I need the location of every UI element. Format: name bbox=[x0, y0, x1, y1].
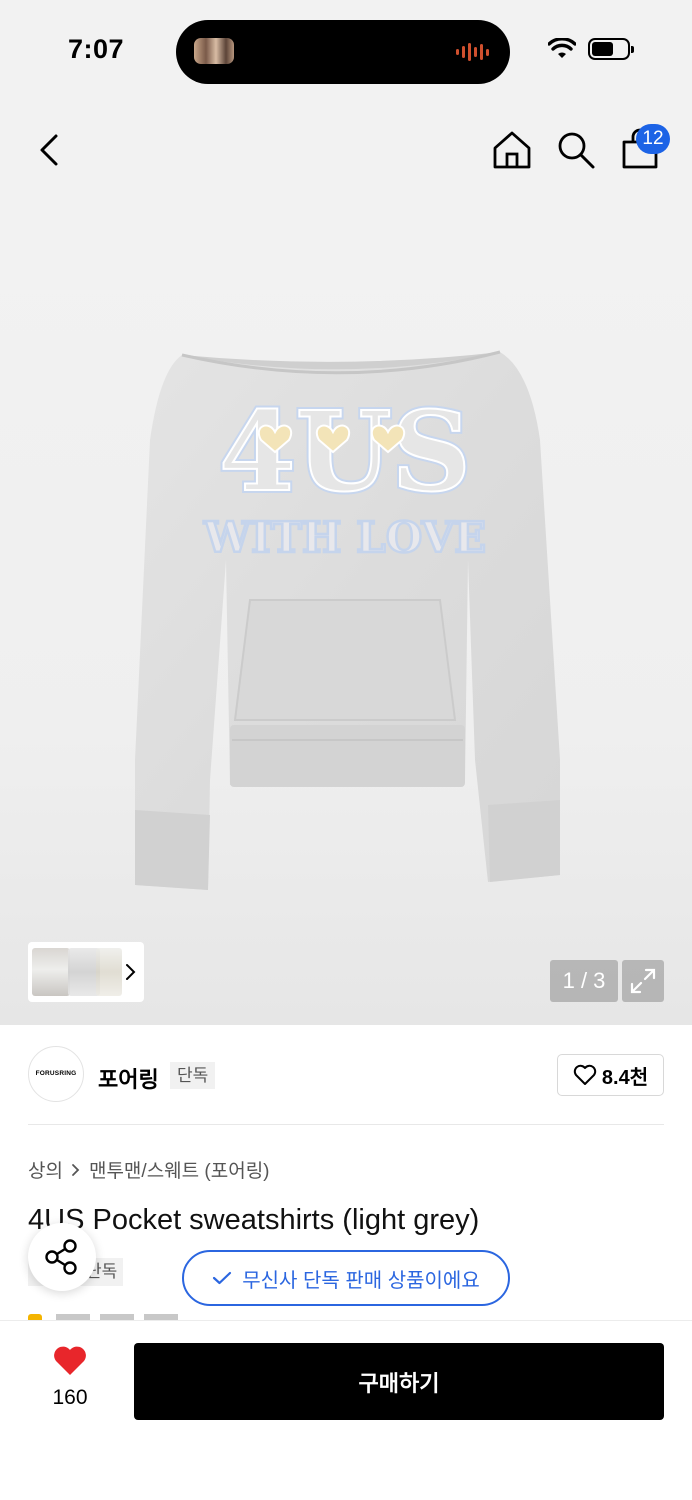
status-bar: 7:07 bbox=[0, 0, 692, 100]
thumbnail-3[interactable] bbox=[96, 948, 122, 996]
divider bbox=[28, 1124, 664, 1125]
wishlist-button[interactable]: 160 bbox=[30, 1345, 110, 1417]
brand-like-count: 8.4천 bbox=[601, 1066, 649, 1089]
image-pager: 1 / 3 bbox=[550, 960, 618, 1002]
battery-icon bbox=[588, 38, 634, 60]
product-image-carousel[interactable]: 4US 4US WITH LOVE 1 / 3 bbox=[0, 200, 692, 1025]
breadcrumb-category[interactable]: 상의 bbox=[28, 1156, 63, 1183]
audio-wave-icon bbox=[456, 42, 489, 62]
brand-name[interactable]: 포어링 bbox=[98, 1062, 159, 1094]
share-button[interactable] bbox=[28, 1223, 96, 1291]
chevron-right-icon[interactable] bbox=[124, 960, 138, 984]
home-button[interactable] bbox=[490, 128, 534, 172]
exclusive-badge: 단독 bbox=[170, 1062, 216, 1089]
dynamic-island[interactable] bbox=[176, 20, 510, 84]
status-time: 7:07 bbox=[68, 34, 125, 64]
thumbnail-strip[interactable] bbox=[28, 942, 144, 1002]
share-icon bbox=[45, 1239, 77, 1275]
wifi-icon bbox=[548, 38, 576, 58]
home-icon bbox=[493, 131, 531, 169]
heart-filled-icon bbox=[54, 1346, 86, 1375]
cart-count-badge: 12 bbox=[636, 124, 670, 154]
nav-bar bbox=[0, 100, 692, 200]
check-icon bbox=[213, 1271, 232, 1285]
chevron-right-icon bbox=[72, 1163, 80, 1176]
chevron-left-icon bbox=[40, 134, 58, 166]
search-icon bbox=[558, 132, 595, 169]
search-button[interactable] bbox=[554, 128, 598, 172]
brand-like-button[interactable]: 8.4천 bbox=[557, 1054, 664, 1096]
wishlist-count: 160 bbox=[52, 1386, 88, 1409]
product-photo-sweatshirt: 4US 4US WITH LOVE bbox=[135, 350, 560, 890]
expand-icon bbox=[630, 968, 656, 994]
rating-row bbox=[28, 1312, 208, 1320]
breadcrumb-subcategory[interactable]: 맨투맨/스웨트 (포어링) bbox=[89, 1156, 270, 1183]
bottom-action-bar: 160 구매하기 bbox=[0, 1320, 692, 1500]
svg-text:4US: 4US bbox=[219, 387, 471, 516]
heart-outline-icon bbox=[573, 1064, 597, 1085]
breadcrumb: 상의 맨투맨/스웨트 (포어링) bbox=[28, 1156, 270, 1183]
thumbnail-1[interactable] bbox=[32, 948, 70, 996]
expand-button[interactable] bbox=[622, 960, 664, 1002]
buy-button[interactable]: 구매하기 bbox=[134, 1343, 664, 1420]
back-button[interactable] bbox=[30, 128, 70, 172]
print-text-with-love: WITH LOVE bbox=[203, 513, 486, 562]
exclusive-toast: 무신사 단독 판매 상품이에요 bbox=[182, 1250, 510, 1306]
status-icons bbox=[548, 38, 634, 60]
toast-text: 무신사 단독 판매 상품이에요 bbox=[242, 1269, 480, 1292]
live-activity-thumbnail bbox=[194, 38, 234, 64]
brand-logo[interactable]: FORUSRING bbox=[28, 1046, 84, 1102]
